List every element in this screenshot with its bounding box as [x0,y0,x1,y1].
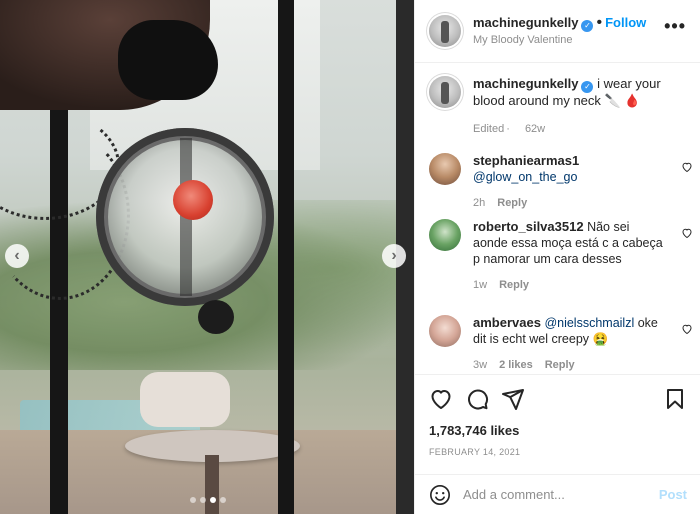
follow-button[interactable]: Follow [605,15,646,30]
comment-age: 3w [473,359,488,371]
pendant-bail [198,300,234,334]
carousel-dot [220,497,226,503]
comment-like-heart-icon[interactable] [681,161,693,173]
photo-fingernail [118,20,218,100]
comment-username[interactable]: ambervaes [473,315,541,330]
photo-table-leg [205,455,219,514]
comment-age: 1w [473,279,488,291]
avatar[interactable] [429,153,461,185]
reply-button[interactable]: Reply [497,197,527,209]
post-comment-button[interactable]: Post [659,487,687,502]
comment-username[interactable]: stephaniearmas1 [473,153,579,168]
post-side-panel: machinegunkelly ✓ • Follow My Bloody Valent… [414,0,700,514]
share-icon[interactable] [501,387,525,411]
comment-item: stephaniearmas1 @glow_on_the_go 2h Reply [415,153,700,211]
verified-badge-icon: ✓ [581,19,594,32]
avatar[interactable] [429,315,461,347]
window-frame [278,0,294,514]
avatar[interactable] [429,219,461,251]
separator-dot: • [596,13,603,31]
caption-age: 62w [524,123,546,135]
caption-username[interactable]: machinegunkelly [473,76,578,91]
avatar[interactable] [429,15,461,47]
action-bar [415,374,700,422]
emoji-icon[interactable] [429,484,451,506]
edited-label: Edited [473,123,505,135]
carousel-dot [210,497,216,503]
comment-text[interactable]: @glow_on_the_go [473,170,577,184]
comment-item: ambervaes @nielsschmailzl oke dit is ech… [415,315,700,373]
bookmark-icon[interactable] [663,387,687,411]
carousel-next-button[interactable]: › [382,244,406,268]
comment-like-heart-icon[interactable] [681,227,693,239]
heart-icon[interactable] [429,387,453,411]
comments-list[interactable]: machinegunkelly ✓ i wear your blood aroun… [415,63,700,374]
post-photo[interactable]: ‹ › [0,0,414,514]
comment-input[interactable] [463,487,659,502]
likes-count[interactable]: 1,783,746 likes [429,423,519,438]
post-header: machinegunkelly ✓ • Follow My Bloody Valent… [415,0,700,63]
post-location[interactable]: My Bloody Valentine [473,32,664,48]
comment-item: roberto_silva3512 Não sei aonde essa moç… [415,219,700,293]
more-options-icon[interactable]: ••• [664,16,686,37]
photo-chair [140,372,230,427]
caption: machinegunkelly ✓ i wear your blood aroun… [415,76,700,137]
avatar[interactable] [429,76,461,108]
comment-age: 2h [473,197,486,209]
blood-drop [173,180,213,220]
comment-like-heart-icon[interactable] [681,323,693,335]
verified-badge-icon: ✓ [581,81,594,93]
add-comment-bar: Post [415,474,700,514]
author-username[interactable]: machinegunkelly [473,15,578,30]
carousel-dot [200,497,206,503]
carousel-dot [190,497,196,503]
comment-likes-button[interactable]: 2 likes [499,359,533,371]
post-date[interactable]: FEBRUARY 14, 2021 [429,447,520,457]
comment-mention[interactable]: @nielsschmailzl [544,316,634,330]
comment-username[interactable]: roberto_silva3512 [473,219,584,234]
reply-button[interactable]: Reply [545,359,575,371]
carousel-indicator [190,497,226,503]
reply-button[interactable]: Reply [499,279,529,291]
carousel-prev-button[interactable]: ‹ [5,244,29,268]
comment-icon[interactable] [465,387,489,411]
